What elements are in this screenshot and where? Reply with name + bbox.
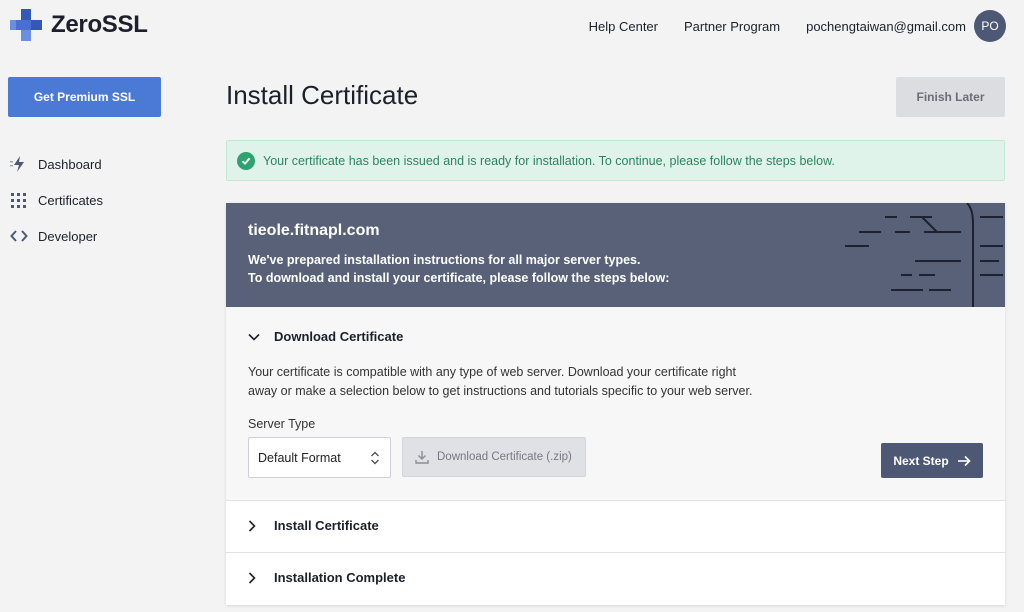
partner-program-link[interactable]: Partner Program	[684, 19, 780, 34]
bolt-icon	[10, 155, 28, 173]
top-bar: ZeroSSL Help Center Partner Program poch…	[0, 0, 1024, 52]
sidebar-item-certificates[interactable]: Certificates	[10, 182, 103, 218]
step-header-complete[interactable]: Installation Complete	[248, 570, 405, 585]
success-alert: Your certificate has been issued and is …	[226, 140, 1005, 181]
step-description: Your certificate is compatible with any …	[248, 363, 788, 401]
zerossl-logo-icon	[10, 9, 42, 41]
decorative-pattern-icon	[845, 203, 1003, 307]
arrow-right-icon	[957, 455, 971, 467]
server-type-value: Default Format	[258, 450, 341, 465]
sidebar-item-label: Dashboard	[38, 156, 102, 172]
step-title: Install Certificate	[274, 518, 379, 533]
check-circle-icon	[237, 151, 255, 170]
step-title: Download Certificate	[274, 329, 404, 344]
avatar[interactable]: PO	[974, 10, 1006, 42]
updown-arrows-icon	[370, 450, 380, 469]
get-premium-ssl-button[interactable]: Get Premium SSL	[8, 77, 161, 117]
help-center-link[interactable]: Help Center	[589, 19, 658, 34]
step-title: Installation Complete	[274, 570, 406, 585]
step-installation-complete[interactable]: Installation Complete	[226, 553, 1005, 605]
chevron-right-icon	[248, 571, 264, 584]
page-title: Install Certificate	[226, 80, 419, 110]
download-certificate-button[interactable]: Download Certificate (.zip)	[402, 437, 586, 477]
account-email[interactable]: pochengtaiwan@gmail.com	[806, 19, 966, 34]
step-download-certificate: Download Certificate Your certificate is…	[226, 307, 1005, 501]
sidebar-item-label: Developer	[38, 228, 98, 244]
next-step-label: Next Step	[893, 453, 949, 468]
next-step-button[interactable]: Next Step	[881, 443, 983, 478]
step-header-install[interactable]: Install Certificate	[248, 518, 379, 533]
chevron-right-icon	[248, 519, 264, 532]
sidebar-item-label: Certificates	[38, 192, 104, 208]
card-description-line: We've prepared installation instructions…	[248, 253, 641, 267]
step-install-certificate[interactable]: Install Certificate	[226, 501, 1005, 553]
sidebar-item-dashboard[interactable]: Dashboard	[10, 146, 103, 182]
download-icon	[415, 450, 429, 464]
alert-text: Your certificate has been issued and is …	[263, 153, 835, 168]
step-header-download[interactable]: Download Certificate	[248, 329, 403, 344]
step-description-line: away or make a selection below to get in…	[248, 384, 753, 398]
card-description-line: To download and install your certificate…	[248, 271, 670, 285]
card-header: tieole.fitnapl.com We've prepared instal…	[226, 203, 1005, 307]
top-nav: Help Center Partner Program pochengtaiwa…	[589, 10, 1006, 42]
certificate-domain: tieole.fitnapl.com	[248, 222, 380, 239]
card-description: We've prepared installation instructions…	[248, 251, 669, 287]
sidebar-item-developer[interactable]: Developer	[10, 218, 103, 254]
sidebar-nav: Dashboard Certificates Developer	[10, 146, 103, 254]
grid-icon	[10, 191, 28, 209]
install-card: tieole.fitnapl.com We've prepared instal…	[226, 203, 1005, 605]
logo[interactable]: ZeroSSL	[10, 9, 148, 41]
code-icon	[10, 227, 28, 245]
step-description-line: Your certificate is compatible with any …	[248, 365, 736, 379]
brand-name: ZeroSSL	[51, 11, 148, 38]
server-type-select[interactable]: Default Format	[248, 437, 391, 478]
finish-later-button[interactable]: Finish Later	[896, 77, 1005, 117]
download-button-label: Download Certificate (.zip)	[437, 451, 572, 463]
server-type-label: Server Type	[248, 417, 316, 431]
chevron-down-icon	[248, 333, 264, 341]
